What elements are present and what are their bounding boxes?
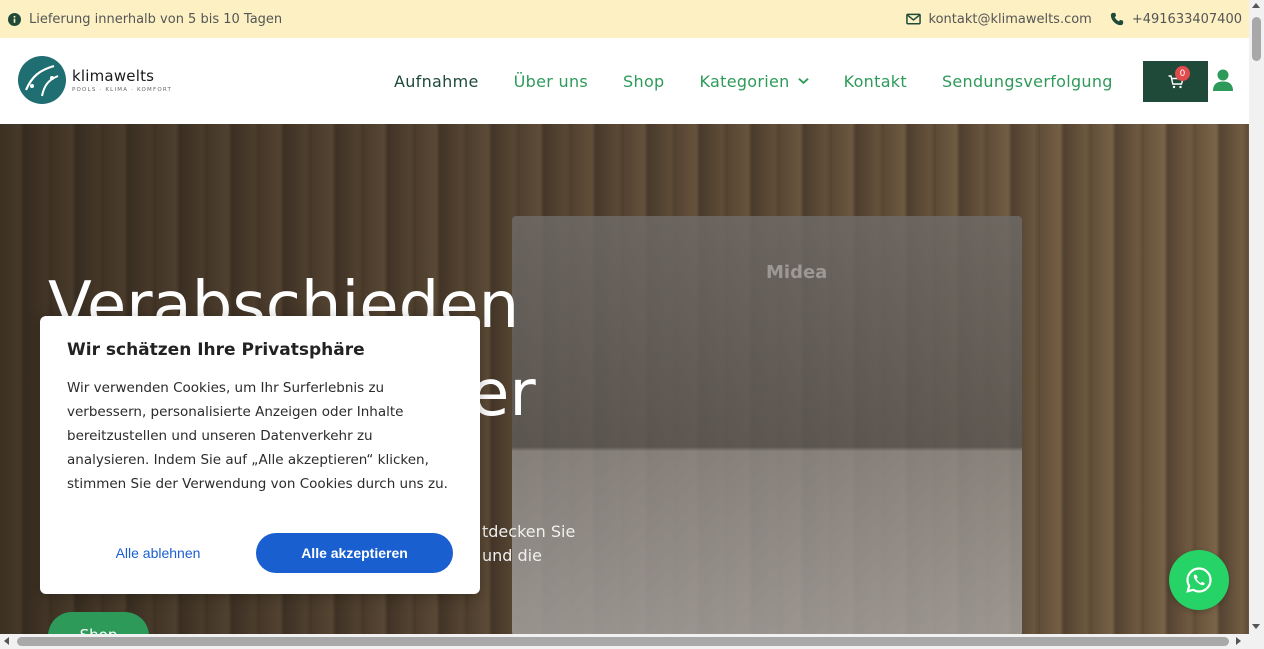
whatsapp-icon <box>1186 567 1212 593</box>
nav-item-shop[interactable]: Shop <box>623 72 664 91</box>
logo-tagline: POOLS · KLIMA · KOMFORT <box>72 87 173 93</box>
cookie-title: Wir schätzen Ihre Privatsphäre <box>67 340 365 360</box>
accept-all-button[interactable]: Alle akzeptieren <box>256 533 453 573</box>
logo-name: klimawelts <box>72 67 155 85</box>
whatsapp-chat-button[interactable] <box>1169 550 1229 610</box>
scroll-up-arrow-icon[interactable] <box>1252 3 1260 8</box>
hero-subtext: tdecken Sie und die <box>482 520 575 568</box>
decline-all-button[interactable]: Alle ablehnen <box>67 533 249 573</box>
horizontal-scrollbar[interactable] <box>0 634 1264 649</box>
cookie-text: Wir verwenden Cookies, um Ihr Surferlebn… <box>67 380 448 492</box>
phone-link[interactable]: +491633407400 <box>1110 12 1242 27</box>
email-text: kontakt@klimawelts.com <box>928 11 1092 27</box>
vertical-scrollbar[interactable] <box>1249 0 1264 634</box>
account-button[interactable] <box>1213 69 1233 95</box>
top-info-bar: Lieferung innerhalb von 5 bis 10 Tagen k… <box>0 0 1249 38</box>
phone-text: +491633407400 <box>1131 11 1242 27</box>
hero-shop-button[interactable]: Shop <box>48 612 149 634</box>
horizontal-scroll-thumb[interactable] <box>17 637 1229 646</box>
cart-count-badge: 0 <box>1175 66 1190 81</box>
nav-item-kontakt[interactable]: Kontakt <box>844 72 907 91</box>
scroll-right-arrow-icon[interactable] <box>1236 637 1241 645</box>
unit-brand-logo: Midea <box>766 262 828 283</box>
hero-subtext-line1: tdecken Sie <box>482 522 576 541</box>
cart-button[interactable]: 0 <box>1143 61 1208 102</box>
main-nav: Aufnahme Über uns Shop Kategorien Kontak… <box>394 38 1113 124</box>
nav-item-sendungsverfolgung[interactable]: Sendungsverfolgung <box>942 72 1113 91</box>
info-icon <box>8 12 21 26</box>
email-link[interactable]: kontakt@klimawelts.com <box>905 11 1092 27</box>
hero-subtext-line2: und die <box>482 546 542 565</box>
cookie-consent-dialog: Wir schätzen Ihre Privatsphäre Wir verwe… <box>40 316 480 594</box>
phone-icon <box>1110 12 1123 26</box>
nav-item-kategorien-label: Kategorien <box>699 71 790 91</box>
user-icon <box>1213 69 1233 91</box>
chevron-down-icon <box>797 78 809 85</box>
scroll-left-arrow-icon[interactable] <box>4 637 9 645</box>
logo-mark-icon <box>18 56 66 104</box>
nav-item-kategorien[interactable]: Kategorien <box>700 72 809 91</box>
nav-item-ueber-uns[interactable]: Über uns <box>514 72 588 91</box>
page: Lieferung innerhalb von 5 bis 10 Tagen k… <box>0 0 1264 649</box>
delivery-info: Lieferung innerhalb von 5 bis 10 Tagen <box>29 11 283 27</box>
envelope-icon <box>905 13 921 25</box>
nav-item-aufnahme[interactable]: Aufnahme <box>394 72 479 91</box>
site-logo[interactable]: klimawelts POOLS · KLIMA · KOMFORT <box>18 56 172 104</box>
vertical-scroll-thumb[interactable] <box>1252 17 1261 61</box>
site-header: klimawelts POOLS · KLIMA · KOMFORT Aufna… <box>0 38 1249 124</box>
scroll-down-arrow-icon[interactable] <box>1252 624 1260 629</box>
